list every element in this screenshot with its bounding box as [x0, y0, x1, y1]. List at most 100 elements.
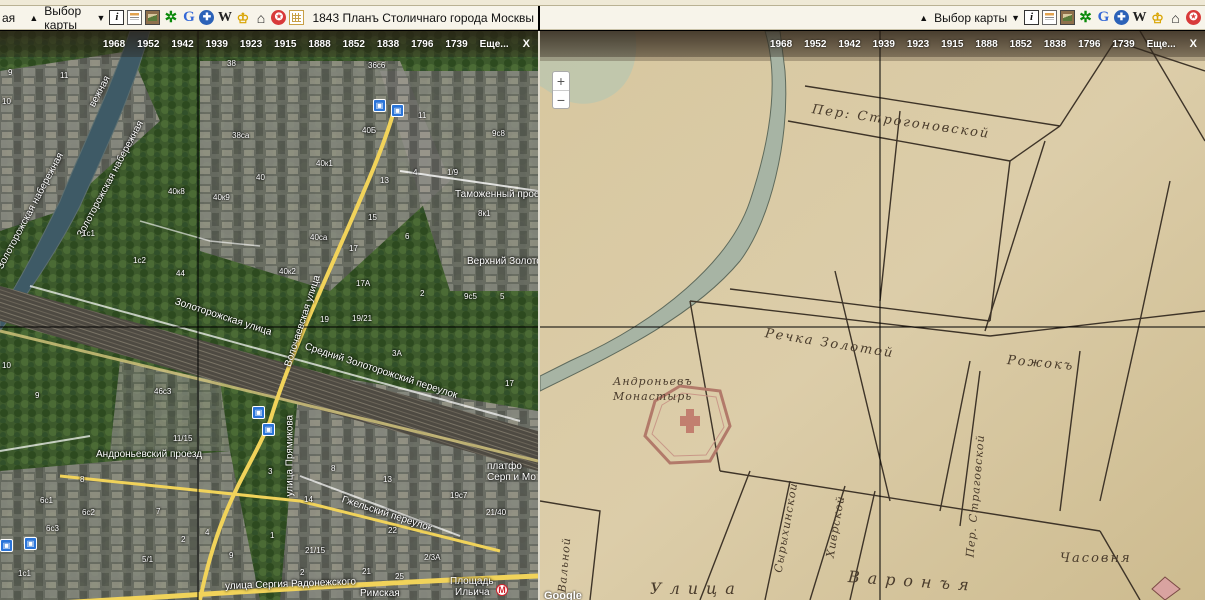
- year-1888-button[interactable]: 1888: [969, 39, 1003, 50]
- year-1915-button[interactable]: 1915: [268, 39, 302, 50]
- building-number: 19/21: [352, 314, 373, 323]
- left-map-toolbar: ая ▲ Выбор карты ▼ i ✲ G ✚ W ♔ ⌂ ✪ 1843 …: [0, 4, 538, 32]
- building-number: 17: [349, 244, 358, 253]
- year-1923-button[interactable]: 1923: [901, 39, 935, 50]
- picture-icon[interactable]: [145, 10, 161, 25]
- star-badge-icon[interactable]: ✪: [271, 10, 287, 25]
- document-icon[interactable]: [1042, 10, 1057, 25]
- building-number: 14: [304, 495, 313, 504]
- left-select-map-dropdown[interactable]: Выбор карты ▼: [40, 4, 109, 32]
- building-number: 4: [413, 168, 418, 177]
- select-map-label: Выбор карты: [44, 3, 82, 32]
- building-number: 15: [368, 213, 377, 222]
- building-number: 38: [227, 59, 236, 68]
- building-number: 2/3А: [424, 553, 441, 562]
- year-1942-button[interactable]: 1942: [165, 39, 199, 50]
- building-number: 11: [60, 71, 69, 80]
- bus-stop-icon[interactable]: ▣: [262, 423, 275, 436]
- street-label: Площадь: [450, 576, 494, 587]
- building-number: 9с5: [464, 292, 477, 301]
- building-number: 6с1: [40, 496, 53, 505]
- satellite-imagery: [0, 31, 538, 600]
- star-badge-icon[interactable]: ✪: [1186, 10, 1201, 25]
- google-icon[interactable]: G: [1096, 10, 1111, 25]
- building-number: 9: [35, 391, 40, 400]
- year-1968-button[interactable]: 1968: [97, 39, 131, 50]
- building-number: 1/9: [447, 168, 459, 177]
- year-1838-button[interactable]: 1838: [1038, 39, 1072, 50]
- close-years-button[interactable]: X: [1182, 38, 1199, 50]
- building-number: 46с3: [154, 387, 172, 396]
- street-label: Римская: [360, 588, 400, 599]
- green-gear-icon[interactable]: ✲: [1078, 10, 1093, 25]
- year-1739-button[interactable]: 1739: [439, 39, 473, 50]
- building-number: 2: [181, 535, 186, 544]
- year-1939-button[interactable]: 1939: [867, 39, 901, 50]
- satellite-map-pane[interactable]: Золоторожская набережная Золоторожская на…: [0, 31, 538, 600]
- google-icon[interactable]: G: [181, 10, 196, 25]
- year-1942-button[interactable]: 1942: [832, 39, 866, 50]
- building-number: 7: [156, 507, 161, 516]
- zoom-in-button[interactable]: +: [553, 72, 569, 90]
- year-1939-button[interactable]: 1939: [200, 39, 234, 50]
- year-1968-button[interactable]: 1968: [764, 39, 798, 50]
- crown-icon[interactable]: ♔: [235, 10, 250, 25]
- house-icon[interactable]: ⌂: [253, 10, 268, 25]
- year-1852-button[interactable]: 1852: [1004, 39, 1038, 50]
- building-number: 21: [362, 567, 371, 576]
- building-number: 9: [8, 68, 13, 77]
- building-number: 6с3: [46, 524, 59, 533]
- dropdown-arrow-icon: ▼: [1011, 12, 1020, 23]
- year-1838-button[interactable]: 1838: [371, 39, 405, 50]
- green-gear-icon[interactable]: ✲: [163, 10, 178, 25]
- year-1796-button[interactable]: 1796: [405, 39, 439, 50]
- more-years-button[interactable]: Еще...: [1141, 39, 1182, 50]
- street-label: Ильича: [455, 587, 490, 598]
- bus-stop-icon[interactable]: ▣: [373, 99, 386, 112]
- right-years-bar: 1968 1952 1942 1939 1923 1915 1888 1852 1838 1796…: [540, 31, 1205, 57]
- wikipedia-icon[interactable]: W: [1132, 10, 1147, 25]
- year-1952-button[interactable]: 1952: [131, 39, 165, 50]
- zoom-control: + −: [552, 71, 570, 109]
- building-number: 9: [229, 551, 234, 560]
- year-1915-button[interactable]: 1915: [935, 39, 969, 50]
- house-icon[interactable]: ⌂: [1168, 10, 1183, 25]
- bus-stop-icon[interactable]: ▣: [391, 104, 404, 117]
- crown-icon[interactable]: ♔: [1150, 10, 1165, 25]
- building-number: 2: [420, 289, 425, 298]
- info-icon[interactable]: i: [109, 10, 125, 25]
- wikipedia-icon[interactable]: W: [217, 10, 232, 25]
- more-years-button[interactable]: Еще...: [474, 39, 515, 50]
- select-map-label: Выбор карты: [934, 10, 1008, 25]
- year-1796-button[interactable]: 1796: [1072, 39, 1106, 50]
- compass-icon[interactable]: ✚: [199, 10, 215, 25]
- building-number: 22: [388, 526, 397, 535]
- building-number: 1: [270, 531, 275, 540]
- document-icon[interactable]: [127, 10, 143, 25]
- street-label: Серп и Мо: [487, 472, 536, 483]
- metro-station-icon[interactable]: M: [496, 584, 508, 596]
- year-1952-button[interactable]: 1952: [798, 39, 832, 50]
- year-1923-button[interactable]: 1923: [234, 39, 268, 50]
- compass-icon[interactable]: ✚: [1114, 10, 1129, 25]
- year-1888-button[interactable]: 1888: [302, 39, 336, 50]
- picture-icon[interactable]: [1060, 10, 1075, 25]
- bus-stop-icon[interactable]: ▣: [24, 537, 37, 550]
- right-select-map-dropdown[interactable]: Выбор карты ▼: [930, 11, 1024, 25]
- year-1739-button[interactable]: 1739: [1106, 39, 1140, 50]
- info-icon[interactable]: i: [1024, 10, 1039, 25]
- zoom-out-button[interactable]: −: [553, 90, 569, 108]
- historic-label: Часовня: [1060, 551, 1132, 566]
- grid-icon[interactable]: [289, 10, 305, 25]
- collapse-arrow-icon[interactable]: ▲: [27, 13, 40, 23]
- building-number: 13: [383, 475, 392, 484]
- building-number: 40Б: [362, 126, 377, 135]
- close-years-button[interactable]: X: [515, 38, 532, 50]
- building-number: 8к1: [478, 209, 491, 218]
- street-label: улица Прямикова: [284, 414, 296, 497]
- historic-map-pane[interactable]: Пер: Строгоновской Речка Золотой Рожокъ Анд…: [540, 31, 1205, 600]
- bus-stop-icon[interactable]: ▣: [0, 539, 13, 552]
- collapse-arrow-icon[interactable]: ▲: [917, 13, 930, 23]
- year-1852-button[interactable]: 1852: [337, 39, 371, 50]
- bus-stop-icon[interactable]: ▣: [252, 406, 265, 419]
